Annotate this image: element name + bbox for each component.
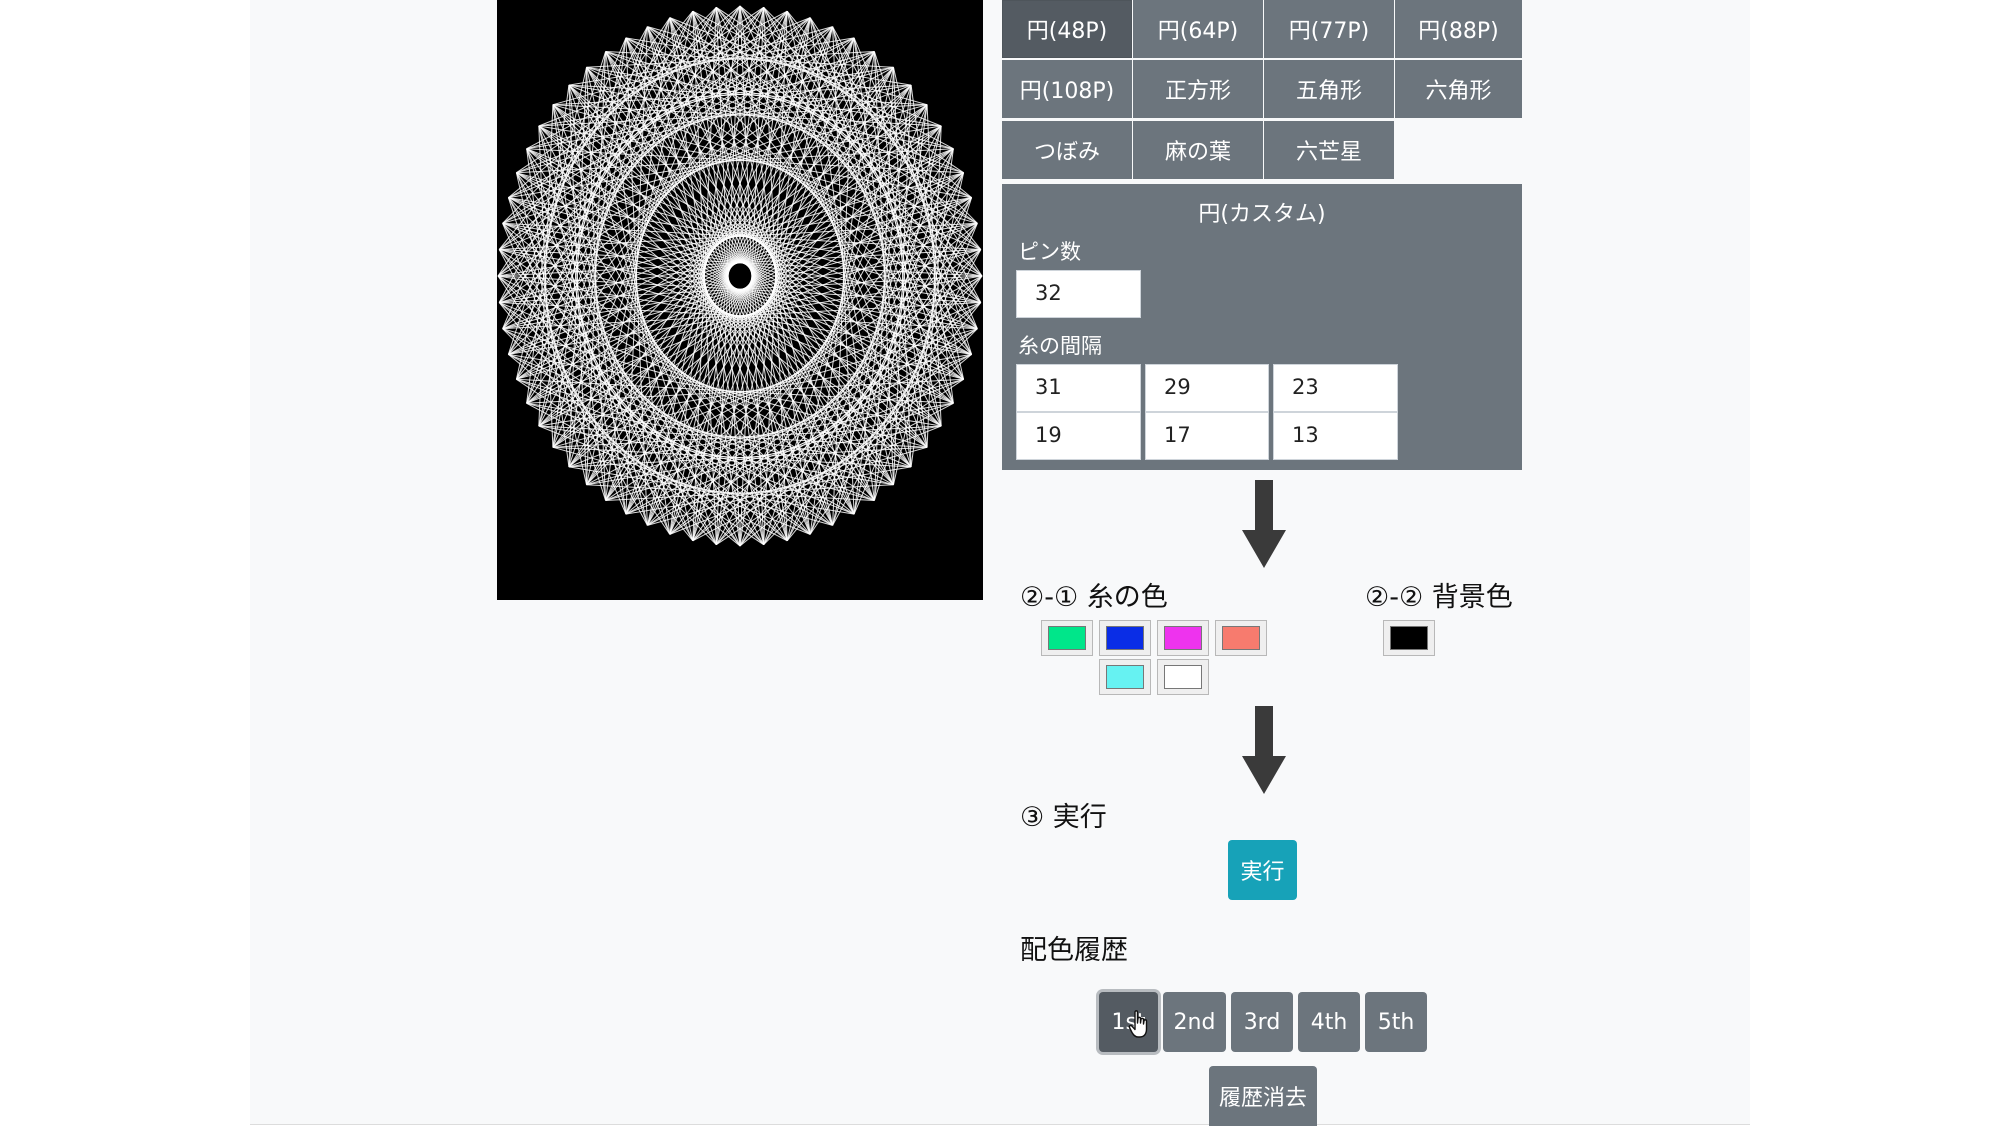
- background-color-heading: ②-② 背景色: [1365, 582, 1513, 613]
- custom-circle-panel: 円(カスタム) ピン数 32 糸の間隔 31 29 23 19 17 13: [1002, 184, 1522, 470]
- shape-button-circle-48p[interactable]: 円(48P): [1002, 0, 1132, 58]
- thread-spacing-input-5[interactable]: 17: [1145, 412, 1269, 460]
- thread-color-swatch-3[interactable]: [1157, 620, 1209, 656]
- thread-spacing-input-2[interactable]: 29: [1145, 364, 1269, 412]
- shape-button-asanoha[interactable]: 麻の葉: [1133, 121, 1263, 179]
- thread-color-swatch-1[interactable]: [1041, 620, 1093, 656]
- run-button[interactable]: 実行: [1228, 840, 1297, 900]
- color-history-heading: 配色履歴: [1020, 935, 1128, 966]
- down-arrow-icon: [1242, 480, 1286, 568]
- thread-color-swatch-2[interactable]: [1099, 620, 1151, 656]
- thread-spacing-input-3[interactable]: 23: [1273, 364, 1398, 412]
- shape-button-circle-108p[interactable]: 円(108P): [1002, 60, 1132, 118]
- color-fill: [1222, 626, 1260, 650]
- thread-spacing-label: 糸の間隔: [1018, 334, 1102, 358]
- thread-spacing-input-6[interactable]: 13: [1273, 412, 1398, 460]
- color-fill: [1106, 626, 1144, 650]
- custom-panel-title: 円(カスタム): [1198, 202, 1326, 227]
- shape-button-hexagram[interactable]: 六芒星: [1264, 121, 1394, 179]
- shape-button-bud[interactable]: つぼみ: [1002, 121, 1132, 179]
- thread-spacing-input-4[interactable]: 19: [1016, 412, 1141, 460]
- page-background: [250, 0, 1750, 1125]
- shape-button-hexagon[interactable]: 六角形: [1395, 60, 1522, 118]
- thread-color-swatch-6[interactable]: [1157, 659, 1209, 695]
- history-button-2nd[interactable]: 2nd: [1163, 992, 1226, 1052]
- pin-count-label: ピン数: [1018, 240, 1081, 264]
- background-color-swatch[interactable]: [1383, 620, 1435, 656]
- shape-button-circle-88p[interactable]: 円(88P): [1395, 0, 1522, 58]
- thread-color-swatch-4[interactable]: [1215, 620, 1267, 656]
- shape-button-square[interactable]: 正方形: [1133, 60, 1263, 118]
- hand-pointer-icon: [1128, 1010, 1148, 1038]
- thread-spacing-input-1[interactable]: 31: [1016, 364, 1141, 412]
- history-button-4th[interactable]: 4th: [1298, 992, 1360, 1052]
- history-button-3rd[interactable]: 3rd: [1231, 992, 1293, 1052]
- run-heading: ③ 実行: [1020, 802, 1107, 833]
- shape-button-pentagon[interactable]: 五角形: [1264, 60, 1394, 118]
- string-art-drawing: [497, 5, 983, 547]
- color-fill: [1048, 626, 1086, 650]
- string-art-canvas: [497, 0, 983, 600]
- pin-count-input[interactable]: 32: [1016, 270, 1141, 318]
- shape-button-circle-64p[interactable]: 円(64P): [1133, 0, 1263, 58]
- color-fill: [1106, 665, 1144, 689]
- clear-history-button[interactable]: 履歴消去: [1209, 1066, 1317, 1126]
- color-fill: [1164, 665, 1202, 689]
- color-fill: [1390, 626, 1428, 650]
- thread-lines: [497, 5, 983, 547]
- thread-color-heading: ②-① 糸の色: [1020, 582, 1168, 613]
- history-button-5th[interactable]: 5th: [1365, 992, 1427, 1052]
- thread-color-swatch-5[interactable]: [1099, 659, 1151, 695]
- color-fill: [1164, 626, 1202, 650]
- down-arrow-icon: [1242, 706, 1286, 794]
- shape-button-circle-77p[interactable]: 円(77P): [1264, 0, 1394, 58]
